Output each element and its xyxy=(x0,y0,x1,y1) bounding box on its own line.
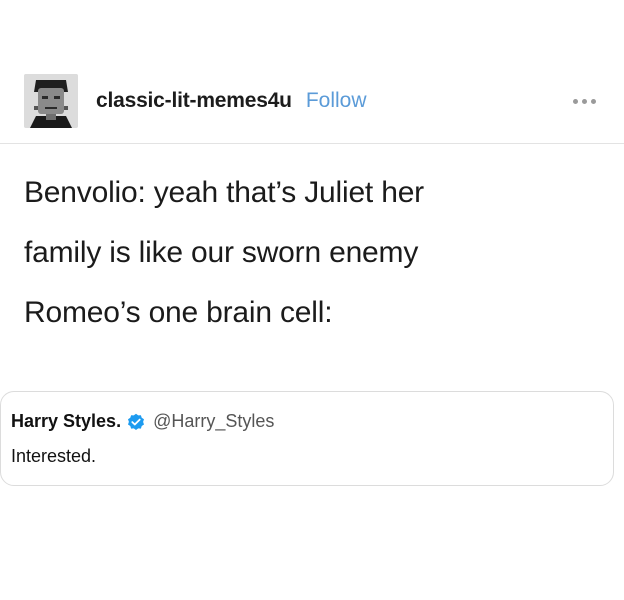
post-header: classic-lit-memes4u Follow xyxy=(0,60,624,142)
tweet-text: Interested. xyxy=(11,446,97,466)
tweet-handle[interactable]: @Harry_Styles xyxy=(153,411,274,432)
embedded-tweet-card[interactable]: Harry Styles. @Harry_Styles Interested. xyxy=(0,391,614,486)
more-dot xyxy=(591,98,596,104)
tweet-display-name: Harry Styles. xyxy=(11,411,122,431)
post-text-line: family is like our sworn enemy xyxy=(24,236,419,269)
verified-badge-icon xyxy=(127,413,145,431)
more-dot xyxy=(582,98,587,104)
more-options-icon[interactable] xyxy=(573,93,596,110)
blog-avatar[interactable] xyxy=(24,74,78,128)
post-text-line: Benvolio: yeah that’s Juliet her xyxy=(24,176,424,209)
header-divider xyxy=(0,143,624,144)
tumblr-post-page: classic-lit-memes4u Follow Benvolio: yea… xyxy=(0,0,624,600)
more-dot xyxy=(573,98,578,104)
blog-name[interactable]: classic-lit-memes4u xyxy=(96,89,292,113)
follow-button[interactable]: Follow xyxy=(306,89,367,113)
post-body: Benvolio: yeah that’s Juliet her family … xyxy=(24,163,614,343)
post-text-line: Romeo’s one brain cell: xyxy=(24,296,333,329)
frankenstein-avatar-icon xyxy=(24,74,78,128)
tweet-author-row: Harry Styles. @Harry_Styles xyxy=(11,411,274,432)
